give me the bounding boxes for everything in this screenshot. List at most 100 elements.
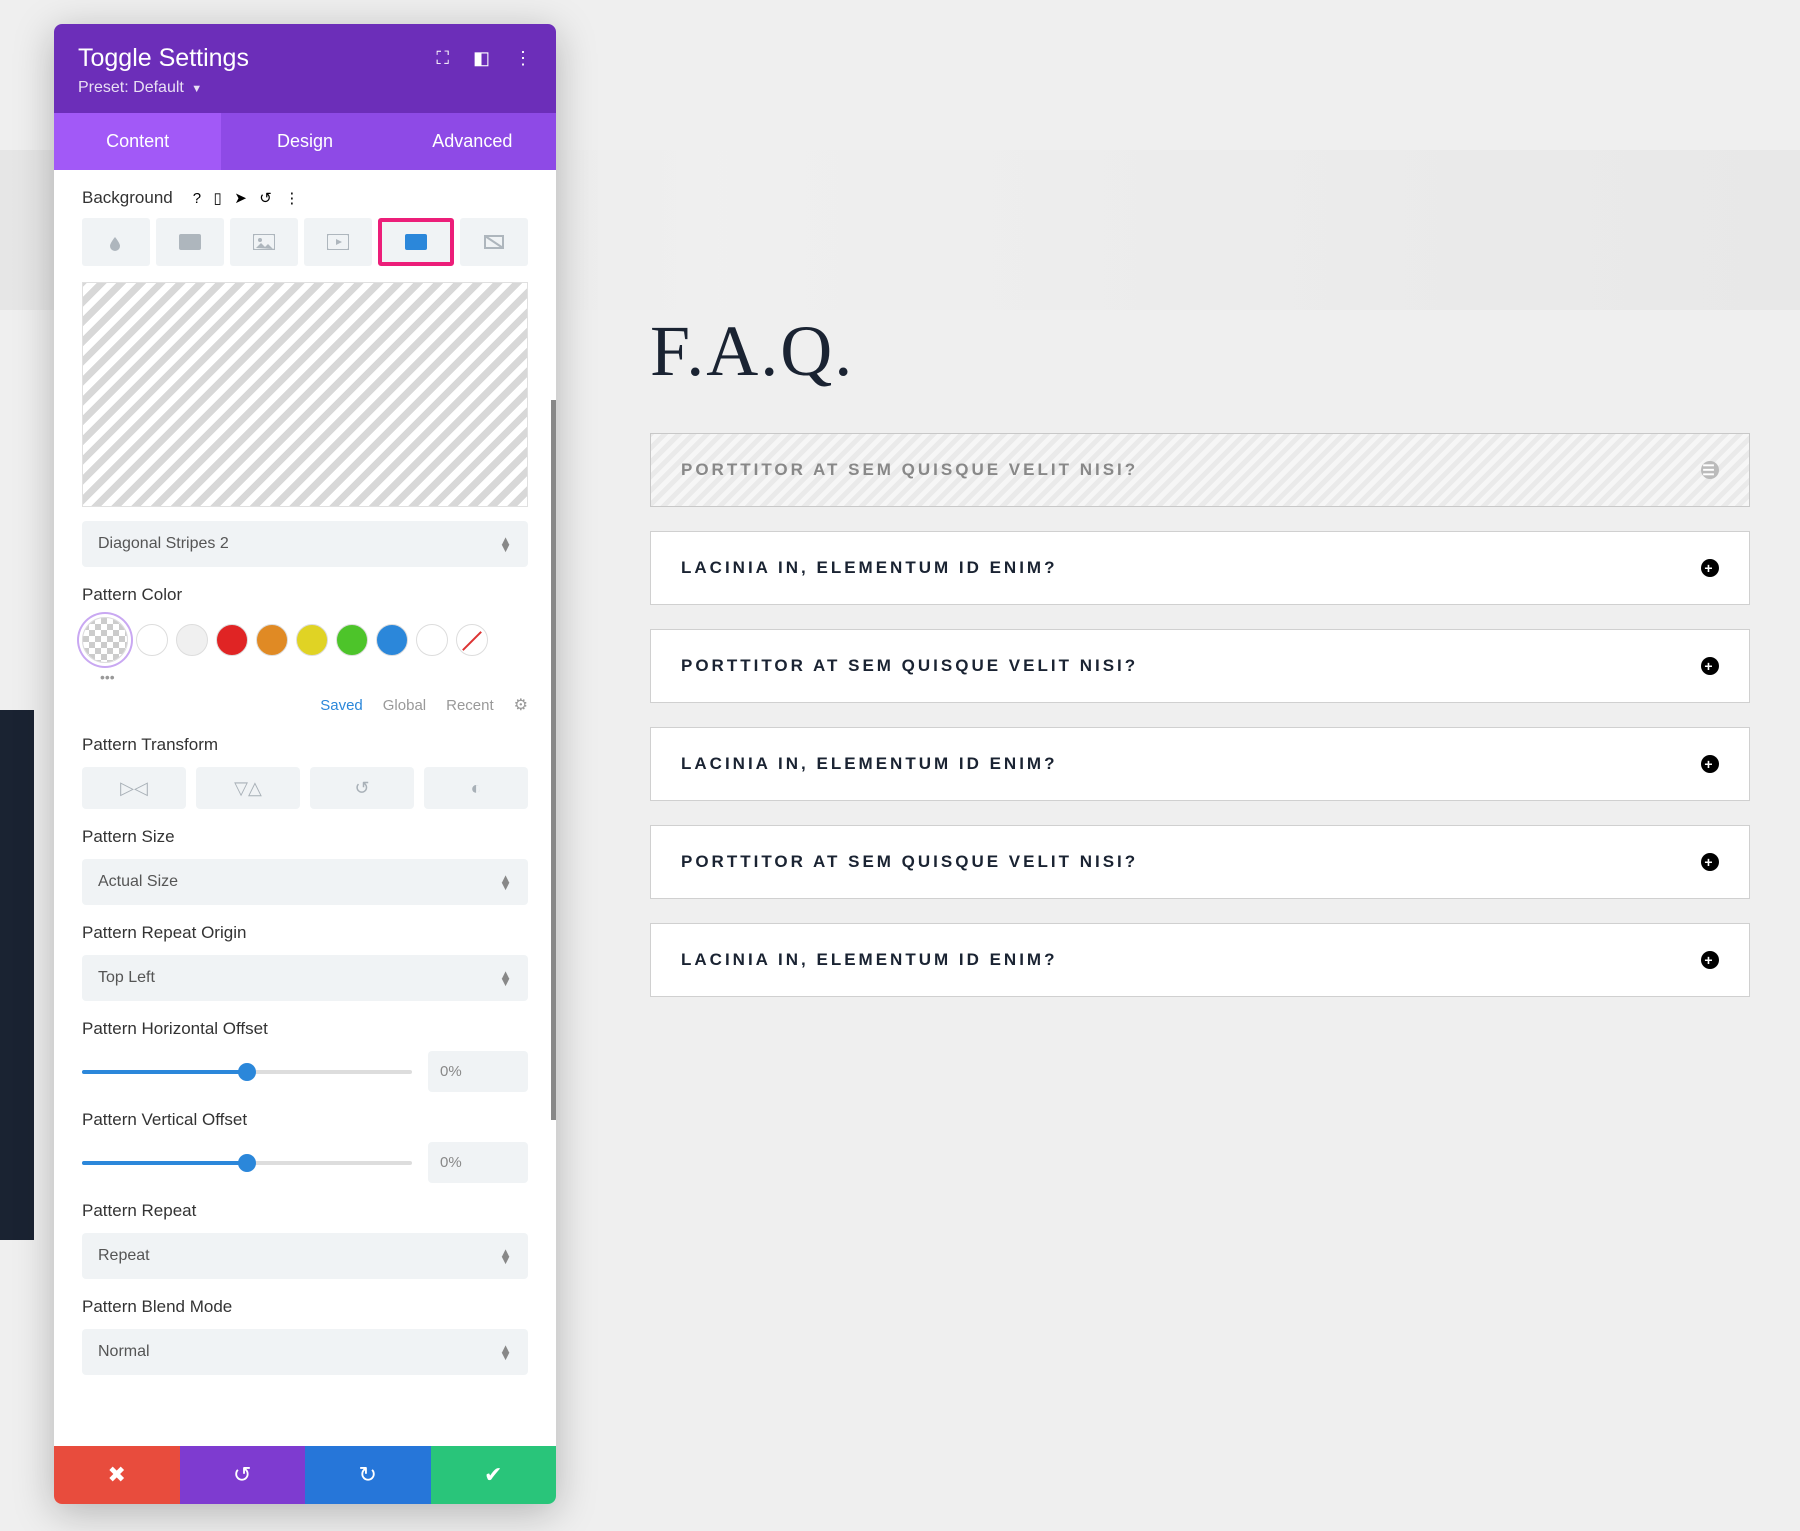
bg-tab-video[interactable] [304,218,372,266]
plus-icon: + [1701,657,1719,675]
pattern-transform-label: Pattern Transform [82,735,528,755]
invert-button[interactable]: ◐ [424,767,528,809]
preset-label: Preset: [78,79,129,96]
expand-icon[interactable]: ⛶ [436,48,449,69]
background-type-tabs [82,218,528,266]
chevron-updown-icon: ▲▼ [499,875,512,889]
panel-tabs: Content Design Advanced [54,113,556,170]
plus-icon: + [1701,951,1719,969]
repeat-value: Repeat [98,1247,150,1265]
pattern-color-label: Pattern Color [82,585,528,605]
chevron-down-icon: ▼ [191,83,202,95]
panel-header: Toggle Settings ⛶ ◧ ⋮ Preset: Default ▼ [54,24,556,113]
scrollbar[interactable] [551,400,556,1120]
page-canvas: F.A.Q. PORTTITOR AT SEM QUISQUE VELIT NI… [0,0,1800,1531]
blend-value: Normal [98,1343,150,1361]
pattern-size-select[interactable]: Actual Size ▲▼ [82,859,528,905]
swatch-color[interactable] [336,624,368,656]
h-offset-value[interactable]: 0% [428,1051,528,1092]
blend-select[interactable]: Normal ▲▼ [82,1329,528,1375]
faq-heading: F.A.Q. [650,310,1750,393]
redo-button[interactable]: ↻ [305,1446,431,1504]
swatch-none[interactable] [456,624,488,656]
faq-section: F.A.Q. PORTTITOR AT SEM QUISQUE VELIT NI… [650,310,1750,1021]
swatch-color[interactable] [296,624,328,656]
repeat-label: Pattern Repeat [82,1201,528,1221]
more-swatches-icon[interactable]: ••• [100,669,528,685]
palette-global[interactable]: Global [383,697,426,714]
swatch-color[interactable] [136,624,168,656]
faq-item-label: LACINIA IN, ELEMENTUM ID ENIM? [681,754,1057,774]
blend-label: Pattern Blend Mode [82,1297,528,1317]
tab-design[interactable]: Design [221,113,388,170]
pattern-style-value: Diagonal Stripes 2 [98,535,229,553]
chevron-updown-icon: ▲▼ [499,537,512,551]
tab-content[interactable]: Content [54,113,221,170]
tab-advanced[interactable]: Advanced [389,113,556,170]
pattern-size-label: Pattern Size [82,827,528,847]
faq-toggle-item[interactable]: LACINIA IN, ELEMENTUM ID ENIM? + [650,923,1750,997]
layers-icon: ☰ [1701,461,1719,479]
faq-toggle-item[interactable]: PORTTITOR AT SEM QUISQUE VELIT NISI? ☰ [650,433,1750,507]
swatch-color[interactable] [216,624,248,656]
pattern-origin-value: Top Left [98,969,155,987]
preset-selector[interactable]: Preset: Default ▼ [78,79,532,97]
swatch-transparent[interactable] [82,617,128,663]
flip-v-button[interactable]: ▽△ [196,767,300,809]
faq-toggle-item[interactable]: PORTTITOR AT SEM QUISQUE VELIT NISI? + [650,629,1750,703]
swatch-color[interactable] [416,624,448,656]
bg-tab-image[interactable] [230,218,298,266]
settings-panel: Toggle Settings ⛶ ◧ ⋮ Preset: Default ▼ … [54,24,556,1504]
panel-body: Background ? ▯ ➤ ↺ ⋮ Diagonal St [54,170,556,1446]
pattern-origin-select[interactable]: Top Left ▲▼ [82,955,528,1001]
swatch-color[interactable] [176,624,208,656]
color-swatches [82,617,528,663]
snap-icon[interactable]: ◧ [473,48,490,69]
chevron-updown-icon: ▲▼ [499,1345,512,1359]
chevron-updown-icon: ▲▼ [499,1249,512,1263]
faq-toggle-item[interactable]: PORTTITOR AT SEM QUISQUE VELIT NISI? + [650,825,1750,899]
swatch-color[interactable] [256,624,288,656]
palette-saved[interactable]: Saved [320,697,363,714]
pattern-origin-label: Pattern Repeat Origin [82,923,528,943]
bg-tab-gradient[interactable] [156,218,224,266]
bg-tab-color[interactable] [82,218,150,266]
h-offset-label: Pattern Horizontal Offset [82,1019,528,1039]
save-button[interactable]: ✔ [431,1446,557,1504]
chevron-updown-icon: ▲▼ [499,971,512,985]
h-offset-slider[interactable] [82,1070,412,1074]
more-icon[interactable]: ⋮ [514,48,532,69]
preset-value: Default [133,79,184,96]
help-icon[interactable]: ? [193,190,201,207]
repeat-select[interactable]: Repeat ▲▼ [82,1233,528,1279]
bg-tab-mask[interactable] [460,218,528,266]
gear-icon[interactable]: ⚙ [514,695,528,715]
faq-item-label: PORTTITOR AT SEM QUISQUE VELIT NISI? [681,852,1138,872]
dark-side-strip [0,710,34,1240]
faq-toggle-item[interactable]: LACINIA IN, ELEMENTUM ID ENIM? + [650,531,1750,605]
background-label: Background [82,188,173,208]
flip-h-button[interactable]: ▷◁ [82,767,186,809]
plus-icon: + [1701,559,1719,577]
more-icon[interactable]: ⋮ [284,190,299,207]
reset-icon[interactable]: ↺ [259,190,272,207]
palette-recent[interactable]: Recent [446,697,494,714]
faq-item-label: LACINIA IN, ELEMENTUM ID ENIM? [681,950,1057,970]
hover-icon[interactable]: ➤ [234,190,247,207]
faq-item-label: LACINIA IN, ELEMENTUM ID ENIM? [681,558,1057,578]
rotate-button[interactable]: ↺ [310,767,414,809]
v-offset-slider[interactable] [82,1161,412,1165]
plus-icon: + [1701,755,1719,773]
pattern-preview [82,282,528,507]
cancel-button[interactable]: ✖ [54,1446,180,1504]
undo-button[interactable]: ↺ [180,1446,306,1504]
bg-tab-pattern[interactable] [378,218,454,266]
v-offset-label: Pattern Vertical Offset [82,1110,528,1130]
faq-item-label: PORTTITOR AT SEM QUISQUE VELIT NISI? [681,656,1138,676]
panel-footer: ✖ ↺ ↻ ✔ [54,1446,556,1504]
swatch-color[interactable] [376,624,408,656]
pattern-style-select[interactable]: Diagonal Stripes 2 ▲▼ [82,521,528,567]
mobile-icon[interactable]: ▯ [214,190,222,207]
v-offset-value[interactable]: 0% [428,1142,528,1183]
faq-toggle-item[interactable]: LACINIA IN, ELEMENTUM ID ENIM? + [650,727,1750,801]
